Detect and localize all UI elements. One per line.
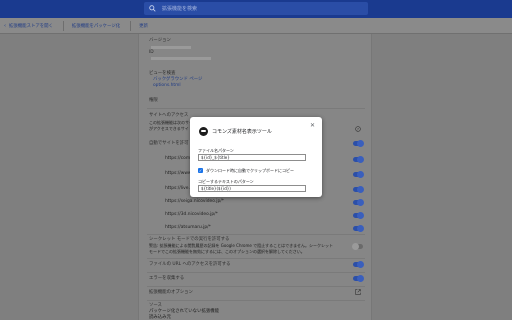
background-page-link[interactable]: バックグラウンド ページ	[153, 76, 202, 82]
site-access-label: サイトへのアクセス	[149, 113, 189, 118]
divider	[147, 108, 365, 109]
site-toggle[interactable]	[353, 156, 364, 163]
extension-options-dialog: コモンズ素材名表示ツール ✕ ファイル名パターン ${id}_${title} …	[190, 117, 322, 197]
open-store-button[interactable]: ‹ 拡張機能ストアを開く	[4, 23, 53, 29]
id-value-blurred	[151, 57, 211, 60]
version-label: バージョン	[149, 38, 171, 43]
extension-logo-icon	[199, 127, 208, 136]
divider	[147, 258, 365, 259]
extensions-toolbar: ‹ 拡張機能ストアを開く 拡張機能をパッケージ化 更新	[0, 18, 512, 34]
version-value-blurred	[151, 46, 191, 49]
arrow-icon: ‹	[4, 22, 6, 29]
site-toggle[interactable]	[353, 171, 364, 178]
auto-allow-toggle[interactable]	[353, 140, 364, 147]
auto-allow-label: 自動でサイトを許可	[149, 141, 189, 146]
search-box[interactable]: 拡張機能を検索	[144, 2, 368, 15]
open-external-icon[interactable]	[355, 289, 361, 295]
options-html-link[interactable]: options.html	[153, 83, 181, 88]
top-app-bar: 拡張機能を検索	[0, 0, 512, 18]
file-url-toggle[interactable]	[353, 261, 364, 268]
site-row: https://seiga.nicovideo.jp/*	[165, 199, 224, 204]
id-label: ID	[149, 50, 154, 55]
search-placeholder: 拡張機能を検索	[162, 6, 198, 12]
site-row: https://atsumaru.jp/*	[165, 225, 211, 230]
copy-text-pattern-input[interactable]: ${title}(${id})	[198, 185, 306, 192]
load-from-label: 読み込み元	[149, 315, 171, 320]
toolbar-separator	[62, 20, 64, 31]
site-toggle[interactable]	[353, 225, 364, 232]
site-toggle[interactable]	[353, 212, 364, 219]
collect-errors-toggle[interactable]	[353, 275, 364, 282]
auto-copy-label: ダウンロード時に自動でクリップボードにコピー	[206, 168, 294, 173]
divider	[147, 286, 365, 287]
svg-text:?: ?	[357, 127, 359, 131]
incognito-warning-2: モードでこの拡張機能を無効にするには、このオプションの選択を解除してください。	[149, 249, 305, 254]
pack-extension-button[interactable]: 拡張機能をパッケージ化	[72, 23, 120, 29]
divider	[147, 272, 365, 273]
update-label: 更新	[139, 23, 148, 29]
help-icon[interactable]: ?	[355, 126, 361, 132]
divider	[147, 300, 365, 301]
search-icon	[149, 5, 156, 12]
extension-options-label[interactable]: 拡張機能のオプション	[149, 289, 193, 295]
pack-extension-label: 拡張機能をパッケージ化	[71, 23, 121, 29]
file-url-label: ファイルの URL へのアクセスを許可する	[149, 262, 231, 267]
toolbar-separator	[130, 20, 132, 31]
site-toggle[interactable]	[353, 186, 364, 193]
dialog-title: コモンズ素材名表示ツール	[212, 129, 272, 135]
auto-copy-checkbox[interactable]: ✓	[198, 168, 203, 173]
divider	[147, 234, 365, 235]
collect-errors-label: エラーを収集する	[149, 276, 185, 281]
incognito-title: シークレット モードでの実行を許可する	[149, 237, 230, 242]
close-icon[interactable]: ✕	[310, 122, 315, 129]
filename-pattern-input[interactable]: ${id}_${title}	[198, 154, 306, 161]
incognito-toggle[interactable]	[352, 243, 363, 250]
update-button[interactable]: 更新	[139, 23, 148, 29]
permissions-label: 権限	[149, 98, 158, 103]
open-store-label: 拡張機能ストアを開く	[9, 23, 53, 29]
site-toggle[interactable]	[353, 199, 364, 206]
site-row: https://3d.nicovideo.jp/*	[165, 212, 218, 217]
